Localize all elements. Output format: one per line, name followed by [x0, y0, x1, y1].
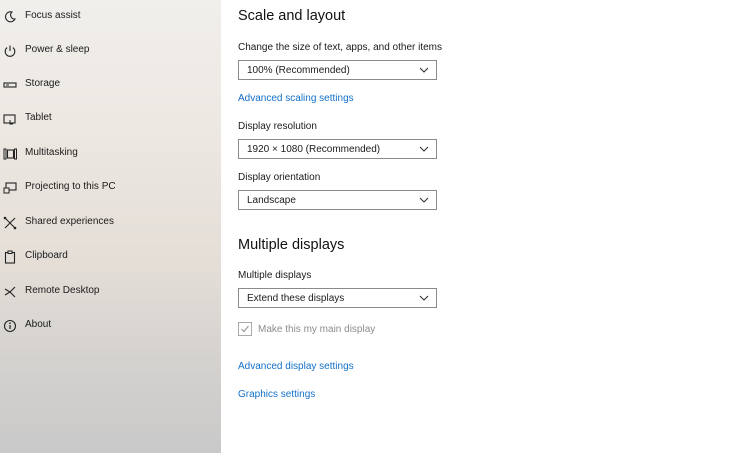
graphics-settings-link[interactable]: Graphics settings: [238, 389, 315, 400]
tablet-icon: [3, 111, 17, 127]
multiple-displays-heading: Multiple displays: [238, 237, 345, 253]
size-label: Change the size of text, apps, and other…: [238, 42, 443, 53]
main-display-checkbox[interactable]: [238, 322, 252, 336]
info-icon: [3, 318, 17, 334]
sidebar-item-multitasking[interactable]: Multitasking: [0, 139, 221, 169]
multiple-displays-dropdown[interactable]: Extend these displays: [238, 288, 437, 308]
sidebar-item-label: Multitasking: [25, 147, 78, 158]
sidebar-item-power-sleep[interactable]: Power & sleep: [0, 36, 221, 66]
sidebar-item-storage[interactable]: Storage: [0, 70, 221, 100]
sidebar-item-label: Remote Desktop: [25, 285, 100, 296]
settings-content: Scale and layout Change the size of text…: [221, 0, 748, 453]
power-icon: [3, 43, 17, 59]
orientation-dropdown[interactable]: Landscape: [238, 190, 437, 210]
chevron-down-icon: [419, 295, 429, 301]
multitasking-icon: [3, 146, 17, 162]
moon-icon: [3, 9, 17, 25]
orientation-dropdown-value: Landscape: [247, 195, 296, 206]
multiple-displays-label: Multiple displays: [238, 270, 312, 281]
advanced-display-settings-link[interactable]: Advanced display settings: [238, 361, 354, 372]
chevron-down-icon: [419, 146, 429, 152]
sidebar-item-tablet[interactable]: Tablet: [0, 104, 221, 134]
remote-desktop-icon: [3, 284, 17, 300]
shared-experiences-icon: [3, 215, 17, 231]
scale-dropdown[interactable]: 100% (Recommended): [238, 60, 437, 80]
sidebar-item-projecting[interactable]: Projecting to this PC: [0, 173, 221, 203]
advanced-scaling-link[interactable]: Advanced scaling settings: [238, 93, 354, 104]
chevron-down-icon: [419, 197, 429, 203]
resolution-dropdown-value: 1920 × 1080 (Recommended): [247, 144, 381, 155]
clipboard-icon: [3, 249, 17, 265]
scale-layout-heading: Scale and layout: [238, 8, 346, 24]
projecting-icon: [3, 180, 17, 196]
sidebar-item-label: Clipboard: [25, 250, 68, 261]
multiple-displays-dropdown-value: Extend these displays: [247, 293, 345, 304]
sidebar-item-about[interactable]: About: [0, 311, 221, 341]
checkmark-icon: [241, 325, 249, 333]
sidebar-item-focus-assist[interactable]: Focus assist: [0, 2, 221, 32]
storage-icon: [3, 77, 17, 93]
sidebar-item-label: About: [25, 319, 52, 330]
sidebar-item-label: Tablet: [25, 112, 52, 123]
sidebar-item-label: Shared experiences: [25, 216, 114, 227]
resolution-label: Display resolution: [238, 121, 317, 132]
orientation-label: Display orientation: [238, 172, 321, 183]
sidebar-item-label: Projecting to this PC: [25, 181, 116, 192]
sidebar-item-shared-experiences[interactable]: Shared experiences: [0, 208, 221, 238]
sidebar-item-label: Focus assist: [25, 10, 81, 21]
main-display-checkbox-label: Make this my main display: [258, 324, 376, 335]
scale-dropdown-value: 100% (Recommended): [247, 65, 350, 76]
sidebar-item-label: Power & sleep: [25, 44, 90, 55]
sidebar-item-clipboard[interactable]: Clipboard: [0, 242, 221, 272]
sidebar: Focus assist Power & sleep Storage Table…: [0, 0, 221, 453]
resolution-dropdown[interactable]: 1920 × 1080 (Recommended): [238, 139, 437, 159]
sidebar-item-remote-desktop[interactable]: Remote Desktop: [0, 277, 221, 307]
chevron-down-icon: [419, 67, 429, 73]
sidebar-item-label: Storage: [25, 78, 61, 89]
